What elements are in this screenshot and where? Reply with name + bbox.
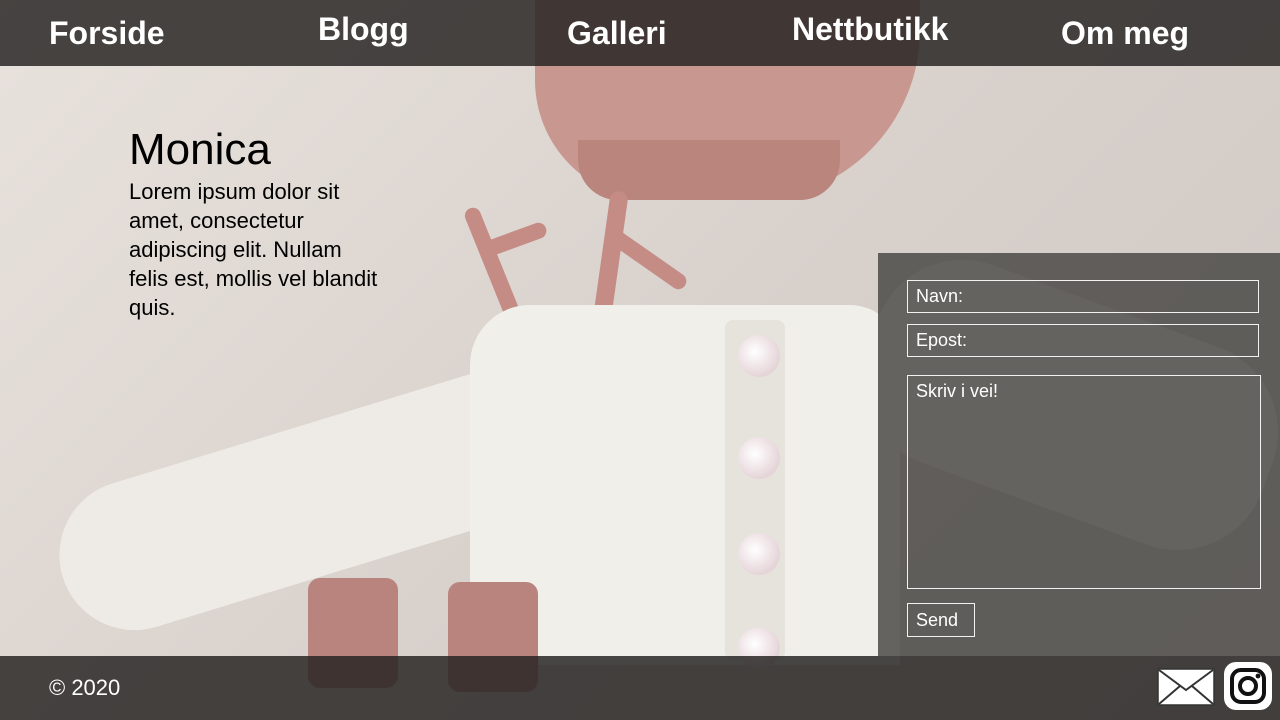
intro-text: Lorem ipsum dolor sit amet, consectetur … bbox=[129, 179, 378, 320]
footer: © 2020 bbox=[0, 656, 1280, 720]
message-field[interactable] bbox=[907, 375, 1261, 589]
bonnet-tie bbox=[477, 220, 549, 260]
send-button[interactable]: Send bbox=[907, 603, 975, 637]
nav-item-galleri[interactable]: Galleri bbox=[567, 0, 667, 66]
sweater-button bbox=[738, 533, 780, 575]
instagram-icon[interactable] bbox=[1223, 661, 1273, 716]
sweater-button bbox=[738, 335, 780, 377]
name-field[interactable] bbox=[907, 280, 1259, 313]
sweater-button bbox=[738, 437, 780, 479]
nav-item-om-meg[interactable]: Om meg bbox=[1061, 0, 1189, 66]
intro-title: Monica bbox=[129, 125, 271, 174]
mail-icon[interactable] bbox=[1157, 668, 1215, 711]
email-field[interactable] bbox=[907, 324, 1259, 357]
nav-item-blogg[interactable]: Blogg bbox=[318, 0, 409, 62]
nav-item-forside[interactable]: Forside bbox=[49, 0, 165, 66]
nav-item-nettbutikk[interactable]: Nettbutikk bbox=[792, 0, 948, 62]
top-nav: Forside Blogg Galleri Nettbutikk Om meg bbox=[0, 0, 1280, 66]
copyright-text: © 2020 bbox=[49, 675, 121, 700]
